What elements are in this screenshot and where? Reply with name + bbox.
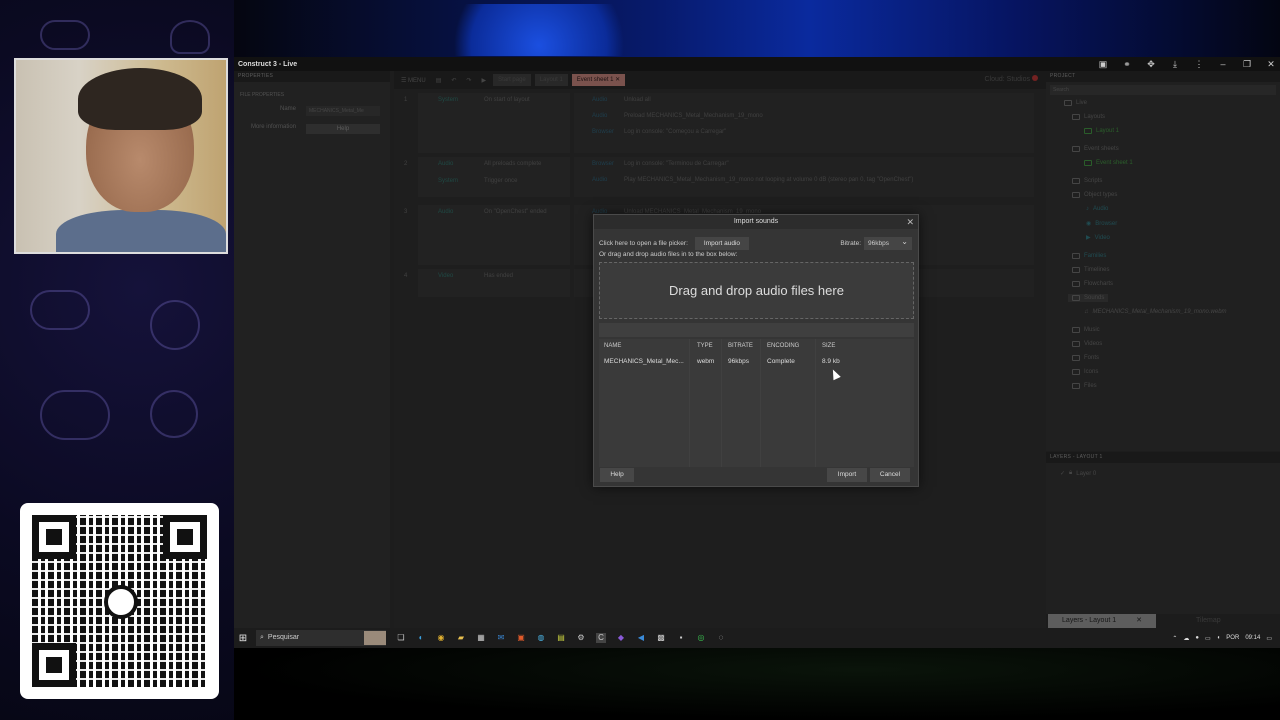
taskbar: ⊞ ⌕ Pesquisar ❏ ◐ ◉ ▰ ▦ ✉ ▣ ◍ ▤ ⚙ C ◆ ◀ … [234,628,1280,648]
qr-finder-bottom-left [32,643,76,687]
clock-time[interactable]: 09:14 [1245,635,1260,641]
separator-bar [599,323,914,337]
audio-dropzone[interactable]: Drag and drop audio files here [599,262,914,319]
cell-encoding: Complete [767,358,795,365]
system-tray: ⌃ ☁ ● ▭ ◖ POR 09:14 ▭ [1172,628,1272,648]
settings-icon[interactable]: ⚙ [576,633,586,643]
search-highlight-image [364,631,386,645]
close-icon[interactable]: ✕ [906,215,914,229]
qr-finder-top-left [32,515,76,559]
cancel-button[interactable]: Cancel [870,468,910,482]
gamepad-doodle [30,290,90,330]
chrome-icon[interactable]: ◉ [436,633,446,643]
dropzone-text: Drag and drop audio files here [669,283,844,298]
calculator-icon[interactable]: ▦ [476,633,486,643]
qr-pattern [32,515,207,687]
screen: Construct 3 - Live ▣ ⚭ ✥ ⤓ ⋮ – ❐ ✕ PROPE… [0,0,1280,720]
column-header-type[interactable]: TYPE [692,339,713,353]
help-button[interactable]: Help [600,468,634,482]
import-audio-button[interactable]: Import audio [694,237,750,250]
file-explorer-icon[interactable]: ▰ [456,633,466,643]
chevron-up-icon[interactable]: ⌃ [1172,635,1177,642]
office-icon[interactable]: ▣ [516,633,526,643]
taskbar-search[interactable]: ⌕ Pesquisar [256,630,386,646]
qr-finder-top-right [163,515,207,559]
close-icon[interactable]: ✕ [1266,57,1276,71]
column-header-size[interactable]: SIZE [817,339,835,353]
task-view-icon[interactable]: ❏ [396,633,406,643]
bitrate-row: Bitrate: 96kbps [840,235,912,250]
controller-doodle [40,390,110,440]
column-header-encoding[interactable]: ENCODING [762,339,799,353]
title-bar-icons: ▣ ⚭ ✥ ⤓ ⋮ – ❐ ✕ [1098,57,1276,71]
addon-icon[interactable]: ✥ [1146,57,1156,71]
picker-text: Click here to open a file picker: [599,240,688,247]
vscode-icon[interactable]: ◀ [636,633,646,643]
clock-app-icon[interactable]: ◌ [716,633,726,643]
cell-name: MECHANICS_Metal_Mec... [604,358,684,365]
microphone-icon[interactable]: ● [1195,635,1199,641]
maximize-icon[interactable]: ❐ [1242,57,1252,71]
dialog-title-bar: Import sounds ✕ [594,215,918,229]
title-bar: Construct 3 - Live ▣ ⚭ ✥ ⤓ ⋮ – ❐ ✕ [234,57,1280,71]
cell-type: webm [697,358,715,365]
gamepad-doodle-top [40,20,90,50]
planet-doodle [150,300,200,350]
column-divider [721,339,722,467]
more-icon[interactable]: ⋮ [1194,57,1204,71]
webcam-person-hair [78,68,202,130]
browser-app-icon[interactable]: ◍ [536,633,546,643]
top-banner [234,0,1280,57]
download-icon[interactable]: ⤓ [1170,57,1180,71]
cloud-sync-icon[interactable]: ☁ [1183,635,1189,642]
column-divider [689,339,690,467]
cell-size: 8.9 kb [822,358,840,365]
notification-icon[interactable]: ▭ [1266,635,1272,642]
background-below [234,648,1280,720]
link-icon[interactable]: ⚭ [1122,57,1132,71]
whatsapp-icon[interactable]: ◎ [696,633,706,643]
import-button[interactable]: Import [827,468,867,482]
windows-start-icon[interactable]: ⊞ [236,633,250,644]
volume-icon[interactable]: ◖ [1217,635,1221,641]
cat-doodle [170,20,210,54]
window-title: Construct 3 - Live [238,60,298,68]
search-icon: ⌕ [260,634,264,641]
construct-app-icon[interactable]: C [596,633,606,643]
network-icon[interactable]: ▭ [1205,635,1211,642]
language-indicator[interactable]: POR [1226,635,1239,641]
hexagon-graphic [434,4,644,56]
webcam-feed [14,58,228,254]
column-divider [760,339,761,467]
edge-icon[interactable]: ◐ [416,633,426,643]
mail-icon[interactable]: ✉ [496,633,506,643]
taskbar-apps: ❏ ◐ ◉ ▰ ▦ ✉ ▣ ◍ ▤ ⚙ C ◆ ◀ ▩ ▪ ◎ ◌ [396,633,726,643]
column-header-name[interactable]: NAME [599,339,621,353]
column-header-bitrate[interactable]: BITRATE [723,339,753,353]
webcam-person-shirt [56,210,226,252]
column-divider [815,339,816,467]
import-sounds-dialog: Import sounds ✕ Click here to open a fil… [593,214,919,487]
grid-app-icon[interactable]: ▩ [656,633,666,643]
headphones-doodle [150,390,198,438]
minimize-icon[interactable]: – [1218,57,1228,71]
qr-code [20,503,219,699]
bitrate-select[interactable]: 96kbps [864,235,912,250]
import-file-table: NAME TYPE BITRATE ENCODING SIZE MECHANIC… [599,339,914,467]
taskbar-search-label: Pesquisar [267,634,300,641]
file-picker-row: Click here to open a file picker: Import… [599,237,750,250]
stream-overlay-background [0,0,234,720]
visual-studio-icon[interactable]: ◆ [616,633,626,643]
drag-hint-text: Or drag and drop audio files in to the b… [599,251,738,258]
document-icon[interactable]: ▣ [1098,57,1108,71]
bitrate-label: Bitrate: [840,240,861,247]
terminal-icon[interactable]: ▪ [676,633,686,643]
qr-logo-icon [104,585,138,619]
notepad-icon[interactable]: ▤ [556,633,566,643]
dialog-title: Import sounds [733,218,779,225]
cell-bitrate: 96kbps [728,358,749,365]
